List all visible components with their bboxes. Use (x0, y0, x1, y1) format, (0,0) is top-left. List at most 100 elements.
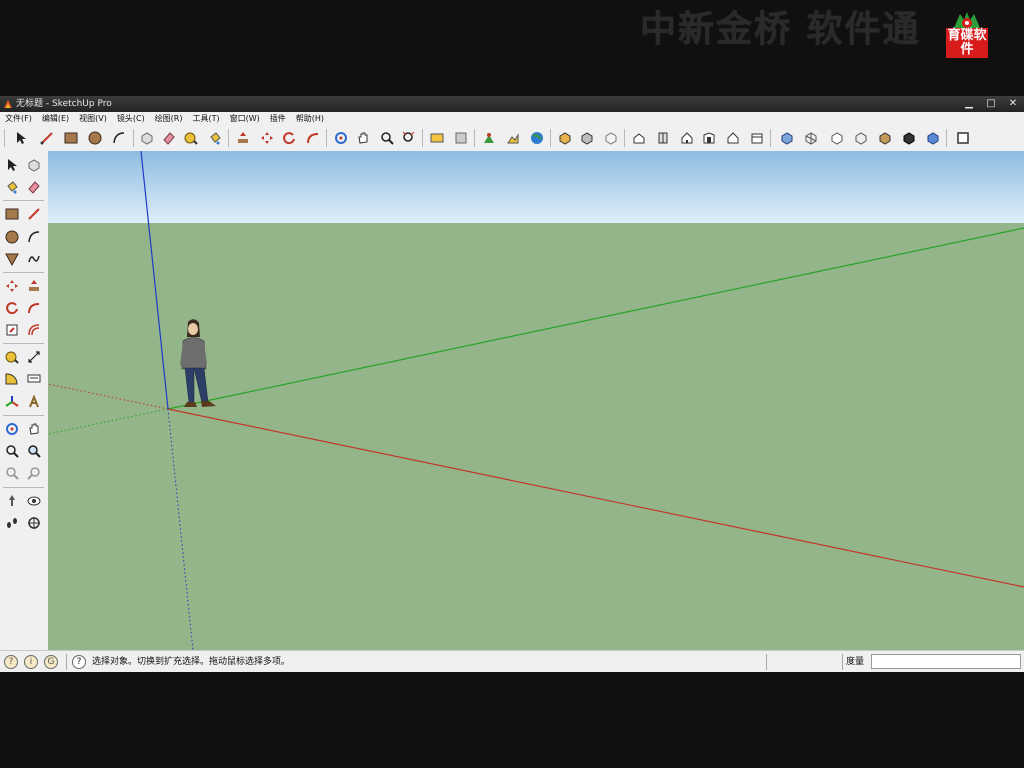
xray-style-icon[interactable] (924, 129, 942, 147)
3d-text-tool-icon[interactable] (24, 392, 44, 412)
google-earth-icon[interactable] (528, 129, 546, 147)
walk-tool-icon[interactable] (2, 513, 22, 533)
follow-me-icon[interactable] (24, 298, 44, 318)
section-plane-icon[interactable] (954, 129, 972, 147)
video-letterbox-top: 中新金桥 软件通 育碟软件 (0, 0, 1024, 96)
zoom-tool-icon[interactable] (378, 129, 396, 147)
eraser-tool-icon[interactable] (160, 129, 178, 147)
view-iso-icon[interactable] (630, 129, 648, 147)
viewport-canvas[interactable] (48, 151, 1024, 650)
view-left-icon[interactable] (748, 129, 766, 147)
line-tool-icon[interactable] (24, 204, 44, 224)
credits-icon[interactable]: i (24, 655, 38, 669)
menu-plugins[interactable]: 插件 (265, 112, 291, 125)
zoom-window-icon[interactable] (24, 441, 44, 461)
monochrome-style-icon[interactable] (900, 129, 918, 147)
polygon-tool-icon[interactable] (2, 249, 22, 269)
section-plane-icon[interactable] (24, 513, 44, 533)
share-model-icon[interactable] (452, 129, 470, 147)
next-view-icon[interactable] (24, 463, 44, 483)
pan-tool-icon[interactable] (354, 129, 372, 147)
menu-tools[interactable]: 工具(T) (188, 112, 225, 125)
menu-view[interactable]: 视图(V) (74, 112, 112, 125)
rotate-tool-icon[interactable] (2, 298, 22, 318)
push-pull-icon[interactable] (24, 276, 44, 296)
protractor-tool-icon[interactable] (2, 369, 22, 389)
wireframe-style-icon[interactable] (802, 129, 820, 147)
paint-bucket-icon[interactable] (206, 129, 224, 147)
style-wireframe-icon[interactable] (578, 129, 596, 147)
maximize-button[interactable]: □ (980, 96, 1002, 112)
menu-camera[interactable]: 镜头(C) (112, 112, 150, 125)
tool-separator (3, 343, 44, 344)
text-tool-icon[interactable] (24, 369, 44, 389)
orbit-tool-icon[interactable] (332, 129, 350, 147)
user-icon[interactable]: G (44, 655, 58, 669)
menu-bar: 文件(F) 编辑(E) 视图(V) 镜头(C) 绘图(R) 工具(T) 窗口(W… (0, 112, 1024, 125)
tape-measure-icon[interactable] (182, 129, 200, 147)
orbit-tool-icon[interactable] (2, 419, 22, 439)
close-button[interactable]: ✕ (1002, 96, 1024, 112)
follow-me-icon[interactable] (304, 129, 322, 147)
eraser-tool-icon[interactable] (24, 177, 44, 197)
scale-tool-icon[interactable] (2, 320, 22, 340)
add-location-icon[interactable] (480, 129, 498, 147)
style-hidden-line-icon[interactable] (602, 129, 620, 147)
make-component-icon[interactable] (24, 155, 44, 175)
xray-face-style-icon[interactable] (778, 129, 796, 147)
measurements-input[interactable] (871, 654, 1021, 669)
move-tool-icon[interactable] (258, 129, 276, 147)
help-icon[interactable]: ? (72, 655, 86, 669)
view-back-icon[interactable] (724, 129, 742, 147)
menu-window[interactable]: 窗口(W) (225, 112, 265, 125)
toolbar-separator (624, 129, 625, 147)
arc-tool-icon[interactable] (110, 129, 128, 147)
menu-help[interactable]: 帮助(H) (291, 112, 329, 125)
circle-tool-icon[interactable] (86, 129, 104, 147)
pan-tool-icon[interactable] (24, 419, 44, 439)
view-right-icon[interactable] (700, 129, 718, 147)
hidden-line-style-icon[interactable] (828, 129, 846, 147)
shaded-style-icon[interactable] (852, 129, 870, 147)
drawing-area[interactable] (48, 151, 1024, 650)
circle-tool-icon[interactable] (2, 227, 22, 247)
menu-file[interactable]: 文件(F) (0, 112, 37, 125)
menu-draw[interactable]: 绘图(R) (150, 112, 188, 125)
previous-view-icon[interactable] (2, 463, 22, 483)
select-tool-icon[interactable] (12, 129, 30, 147)
rectangle-tool-icon[interactable] (62, 129, 80, 147)
get-models-icon[interactable] (428, 129, 446, 147)
line-tool-icon[interactable] (38, 129, 56, 147)
tape-measure-icon[interactable] (2, 347, 22, 367)
toolbar-grip[interactable] (4, 129, 5, 147)
select-tool-icon[interactable] (2, 155, 22, 175)
sketchup-window: 无标题 - SketchUp Pro ▁ □ ✕ 文件(F) 编辑(E) 视图(… (0, 96, 1024, 672)
move-tool-icon[interactable] (2, 276, 22, 296)
rectangle-tool-icon[interactable] (2, 204, 22, 224)
watermark-logo: 育碟软件 (946, 10, 988, 58)
logo-figure-icon (954, 12, 980, 28)
dimension-tool-icon[interactable] (24, 347, 44, 367)
offset-tool-icon[interactable] (24, 320, 44, 340)
paint-bucket-icon[interactable] (2, 177, 22, 197)
zoom-extents-icon[interactable] (400, 129, 418, 147)
minimize-button[interactable]: ▁ (958, 96, 980, 112)
shaded-textures-style-icon[interactable] (876, 129, 894, 147)
style-xray-icon[interactable] (556, 129, 574, 147)
look-around-icon[interactable] (24, 491, 44, 511)
toggle-terrain-icon[interactable] (504, 129, 522, 147)
view-front-icon[interactable] (678, 129, 696, 147)
push-pull-icon[interactable] (234, 129, 252, 147)
arc-tool-icon[interactable] (24, 227, 44, 247)
zoom-tool-icon[interactable] (2, 441, 22, 461)
menu-edit[interactable]: 编辑(E) (37, 112, 74, 125)
freehand-tool-icon[interactable] (24, 249, 44, 269)
view-top-icon[interactable] (654, 129, 672, 147)
make-component-icon[interactable] (138, 129, 156, 147)
axes-tool-icon[interactable] (2, 392, 22, 412)
measurements-label: 度量 (846, 657, 865, 667)
position-camera-icon[interactable] (2, 491, 22, 511)
rotate-tool-icon[interactable] (280, 129, 298, 147)
title-bar[interactable]: 无标题 - SketchUp Pro ▁ □ ✕ (0, 96, 1024, 112)
geo-location-icon[interactable]: ? (4, 655, 18, 669)
